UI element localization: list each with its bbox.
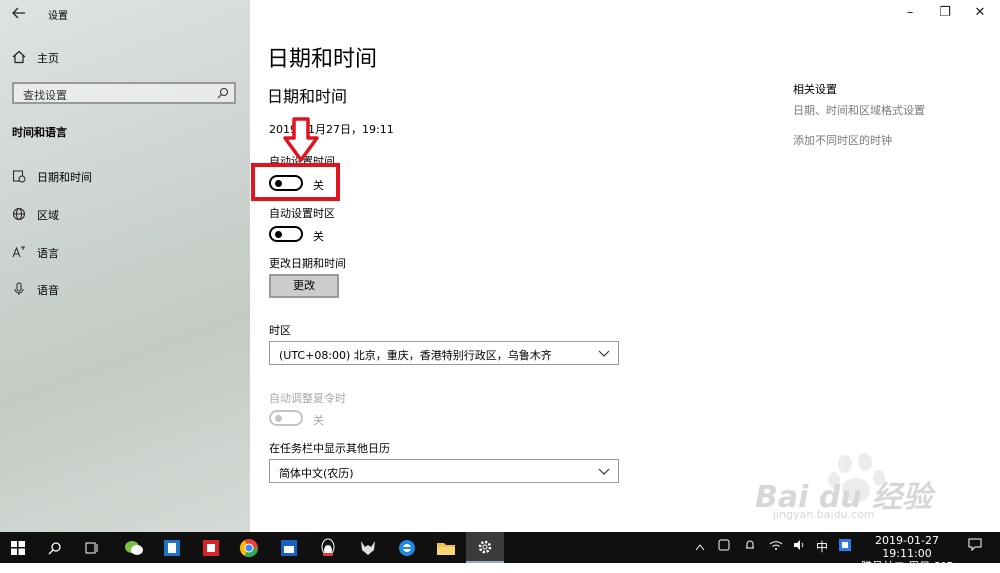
- wechat-icon: [125, 541, 143, 555]
- clock-lunar: 腊月廿二 周日 8℃: [860, 560, 954, 573]
- section-heading: 日期和时间: [267, 87, 348, 106]
- sidebar-item-home[interactable]: 主页: [0, 42, 250, 72]
- highlight-box: [251, 163, 340, 201]
- outlook-app[interactable]: [154, 532, 190, 563]
- calendar-app-icon: [281, 540, 297, 556]
- chevron-down-icon: [598, 463, 610, 482]
- change-datetime-label: 更改日期和时间: [269, 257, 346, 270]
- sidebar-item-label: 语音: [37, 284, 59, 297]
- chevron-down-icon: [598, 345, 610, 364]
- related-link-clocks[interactable]: 添加不同时区的时钟: [793, 132, 892, 148]
- ie-app[interactable]: [389, 532, 425, 563]
- search-input[interactable]: 查找设置: [12, 82, 236, 104]
- globe-icon: [12, 207, 26, 221]
- calendar-dropdown[interactable]: 简体中文(农历): [269, 459, 619, 483]
- dst-label: 自动调整夏令时: [269, 392, 346, 405]
- related-link-format[interactable]: 日期、时间和区域格式设置: [793, 102, 925, 118]
- chevron-up-icon: [695, 544, 705, 551]
- gear-icon: [478, 540, 492, 554]
- search-icon: [48, 542, 61, 555]
- settings-app[interactable]: [466, 532, 504, 563]
- timezone-value: (UTC+08:00) 北京，重庆，香港特别行政区，乌鲁木齐: [279, 349, 552, 362]
- volume-icon: [794, 540, 804, 550]
- dst-toggle: [269, 410, 303, 426]
- close-button[interactable]: ✕: [968, 4, 992, 22]
- chrome-app[interactable]: [231, 532, 267, 563]
- sidebar-item-datetime[interactable]: 日期和时间: [0, 161, 250, 191]
- language-icon: [12, 245, 26, 259]
- watermark-url: jingyan.baidu.com: [773, 508, 875, 521]
- sidebar-item-label: 主页: [37, 52, 59, 65]
- qq-app[interactable]: [310, 532, 346, 563]
- bell-icon: [746, 540, 754, 549]
- penguin-icon: [321, 538, 335, 556]
- mail-app-icon: [164, 540, 180, 556]
- it-app-icon: [203, 540, 219, 556]
- taskbar: 中 2019-01-27 19:11:00 腊月廿二 周日 8℃: [0, 532, 1000, 573]
- timezone-dropdown[interactable]: (UTC+08:00) 北京，重庆，香港特别行政区，乌鲁木齐: [269, 341, 619, 365]
- sidebar-item-label: 日期和时间: [37, 171, 92, 184]
- folder-icon: [437, 543, 455, 555]
- color-wheel-icon: [239, 539, 258, 558]
- calendar-value: 简体中文(农历): [279, 467, 354, 480]
- network-status[interactable]: [765, 532, 787, 563]
- sidebar-item-region[interactable]: 区域: [0, 199, 250, 229]
- calendar-label: 在任务栏中显示其他日历: [269, 442, 390, 455]
- windows-icon: [11, 541, 25, 555]
- sidebar: 设置 主页 查找设置 时间和语言 日期和时间 区域 语言 语音: [0, 0, 250, 532]
- calendar-clock-icon: [12, 169, 26, 183]
- sidebar-item-language[interactable]: 语言: [0, 237, 250, 267]
- task-view-icon: [85, 542, 98, 554]
- auto-timezone-toggle[interactable]: [269, 226, 303, 242]
- app-it-button[interactable]: [193, 532, 229, 563]
- restore-button[interactable]: ❐: [933, 4, 957, 22]
- tray-app[interactable]: [713, 532, 735, 563]
- calendar-app[interactable]: [271, 532, 307, 563]
- section-title: 时间和语言: [12, 126, 67, 139]
- minimize-button[interactable]: –: [898, 4, 922, 22]
- clock[interactable]: 2019-01-27 19:11:00 腊月廿二 周日 8℃: [858, 532, 956, 573]
- toggle-knob: [275, 415, 282, 422]
- window-title: 设置: [48, 11, 68, 22]
- sidebar-item-label: 语言: [37, 247, 59, 260]
- task-view-button[interactable]: [74, 532, 110, 563]
- browser-e-icon: [399, 540, 415, 556]
- baidu-watermark: Bai du 经验 jingyan.baidu.com: [755, 452, 995, 522]
- show-hidden-icons[interactable]: [690, 532, 710, 563]
- arrow-left-icon: [12, 7, 25, 19]
- wifi-icon: [769, 541, 783, 550]
- fox-icon: [361, 541, 375, 555]
- auto-timezone-state: 关: [313, 230, 324, 243]
- back-button[interactable]: [9, 4, 29, 22]
- sidebar-item-label: 区域: [37, 209, 59, 222]
- clock-date: 2019-01-27: [875, 534, 939, 547]
- page-title: 日期和时间: [267, 47, 378, 72]
- clock-time: 19:11:00: [882, 547, 932, 560]
- change-button[interactable]: 更改: [269, 274, 339, 298]
- ime-indicator[interactable]: 中: [812, 532, 832, 563]
- volume-control[interactable]: [789, 532, 811, 563]
- search-icon: [217, 87, 229, 99]
- input-method-icon: [839, 539, 851, 551]
- toggle-knob: [275, 231, 282, 238]
- action-center[interactable]: [962, 532, 988, 563]
- down-arrow-annotation: [283, 117, 319, 162]
- start-button[interactable]: [0, 532, 36, 563]
- file-explorer-app[interactable]: [428, 532, 464, 563]
- search-taskbar-button[interactable]: [37, 532, 73, 563]
- dst-state: 关: [313, 414, 324, 427]
- action-center-icon: [968, 538, 982, 552]
- auto-timezone-label: 自动设置时区: [269, 207, 335, 220]
- microphone-icon: [12, 282, 26, 296]
- related-title: 相关设置: [793, 83, 837, 96]
- timezone-label: 时区: [269, 324, 291, 337]
- search-placeholder: 查找设置: [23, 89, 67, 102]
- notification-bell[interactable]: [739, 532, 761, 563]
- input-method-app[interactable]: [835, 532, 855, 563]
- home-icon: [12, 50, 26, 64]
- wechat-app[interactable]: [116, 532, 152, 563]
- fox-app[interactable]: [350, 532, 386, 563]
- tray-app-icon: [718, 539, 730, 551]
- sidebar-item-speech[interactable]: 语音: [0, 274, 250, 304]
